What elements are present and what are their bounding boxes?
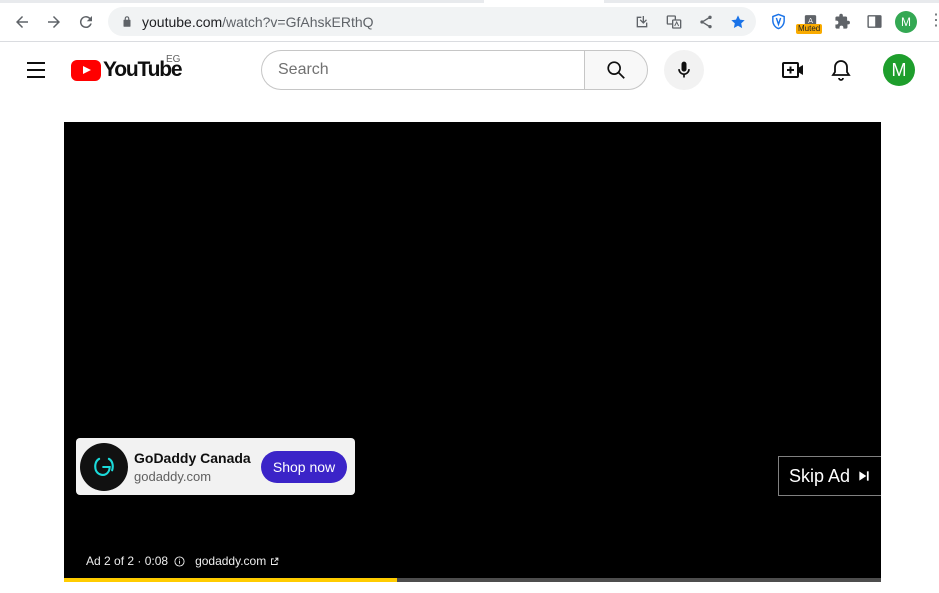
create-video-button[interactable] [780, 57, 806, 83]
search-button[interactable] [584, 50, 648, 90]
skip-ad-button[interactable]: Skip Ad [778, 456, 881, 496]
video-player[interactable]: GoDaddy Canada godaddy.com Shop now Skip… [64, 122, 881, 582]
lock-icon[interactable] [120, 14, 134, 29]
shop-now-button[interactable]: Shop now [261, 451, 347, 483]
account-avatar[interactable]: M [883, 54, 915, 86]
url-path: /watch?v=GfAhskERthQ [222, 14, 374, 30]
youtube-logo[interactable]: YouTube [71, 58, 183, 82]
bell-icon [831, 60, 851, 81]
browser-toolbar: youtube.com/watch?v=GfAhskERthQ A Muted … [0, 0, 939, 42]
external-link-icon[interactable] [270, 557, 279, 566]
notifications-button[interactable] [828, 57, 854, 83]
advertiser-logo[interactable] [80, 443, 128, 491]
menu-line [27, 76, 45, 78]
search-box[interactable] [261, 50, 585, 90]
url-text[interactable]: youtube.com/watch?v=GfAhskERthQ [142, 14, 374, 30]
ad-progress-fill [64, 578, 397, 582]
ad-progress-bar[interactable] [64, 578, 881, 582]
voice-search-button[interactable] [664, 50, 704, 90]
youtube-play-icon [71, 59, 101, 81]
share-icon[interactable] [697, 13, 715, 31]
godaddy-logo-icon [94, 457, 114, 476]
ad-link[interactable]: godaddy.com [195, 554, 266, 568]
skip-ad-label: Skip Ad [789, 465, 851, 486]
guide-menu-button[interactable] [24, 58, 48, 82]
side-panel-icon[interactable] [864, 11, 884, 31]
tab-strip [604, 0, 939, 3]
browser-profile-avatar[interactable]: M [895, 11, 917, 33]
search-icon [607, 61, 625, 79]
menu-line [27, 62, 45, 64]
tab-strip [0, 0, 484, 3]
download-icon[interactable] [633, 13, 651, 31]
muted-badge: Muted [796, 24, 823, 34]
reload-icon[interactable] [74, 10, 98, 34]
search-input[interactable] [278, 51, 568, 89]
bookmark-star-icon[interactable] [729, 13, 747, 31]
back-icon[interactable] [10, 10, 34, 34]
puzzle-icon[interactable] [832, 11, 852, 31]
url-host: youtube.com [142, 14, 223, 30]
ad-status-text: Ad 2 of 2 · 0:08 [86, 554, 169, 568]
address-bar[interactable]: youtube.com/watch?v=GfAhskERthQ [108, 7, 756, 36]
ad-title[interactable]: GoDaddy Canada [134, 450, 251, 466]
info-icon[interactable] [174, 555, 185, 567]
skip-next-icon [859, 471, 869, 481]
more-vert-icon[interactable]: ⋮ [928, 12, 939, 32]
ad-info-bar: Ad 2 of 2 · 0:08 godaddy.com [86, 554, 279, 568]
ad-overlay-card[interactable]: GoDaddy Canada godaddy.com Shop now [76, 438, 355, 495]
translate-icon[interactable] [665, 13, 683, 31]
forward-icon[interactable] [42, 10, 66, 34]
menu-line [27, 69, 45, 71]
video-camera-plus-icon [782, 62, 803, 78]
shield-extension-icon[interactable] [768, 11, 788, 31]
country-code: EG [166, 54, 181, 65]
microphone-icon [678, 61, 690, 78]
ad-domain[interactable]: godaddy.com [134, 469, 211, 484]
